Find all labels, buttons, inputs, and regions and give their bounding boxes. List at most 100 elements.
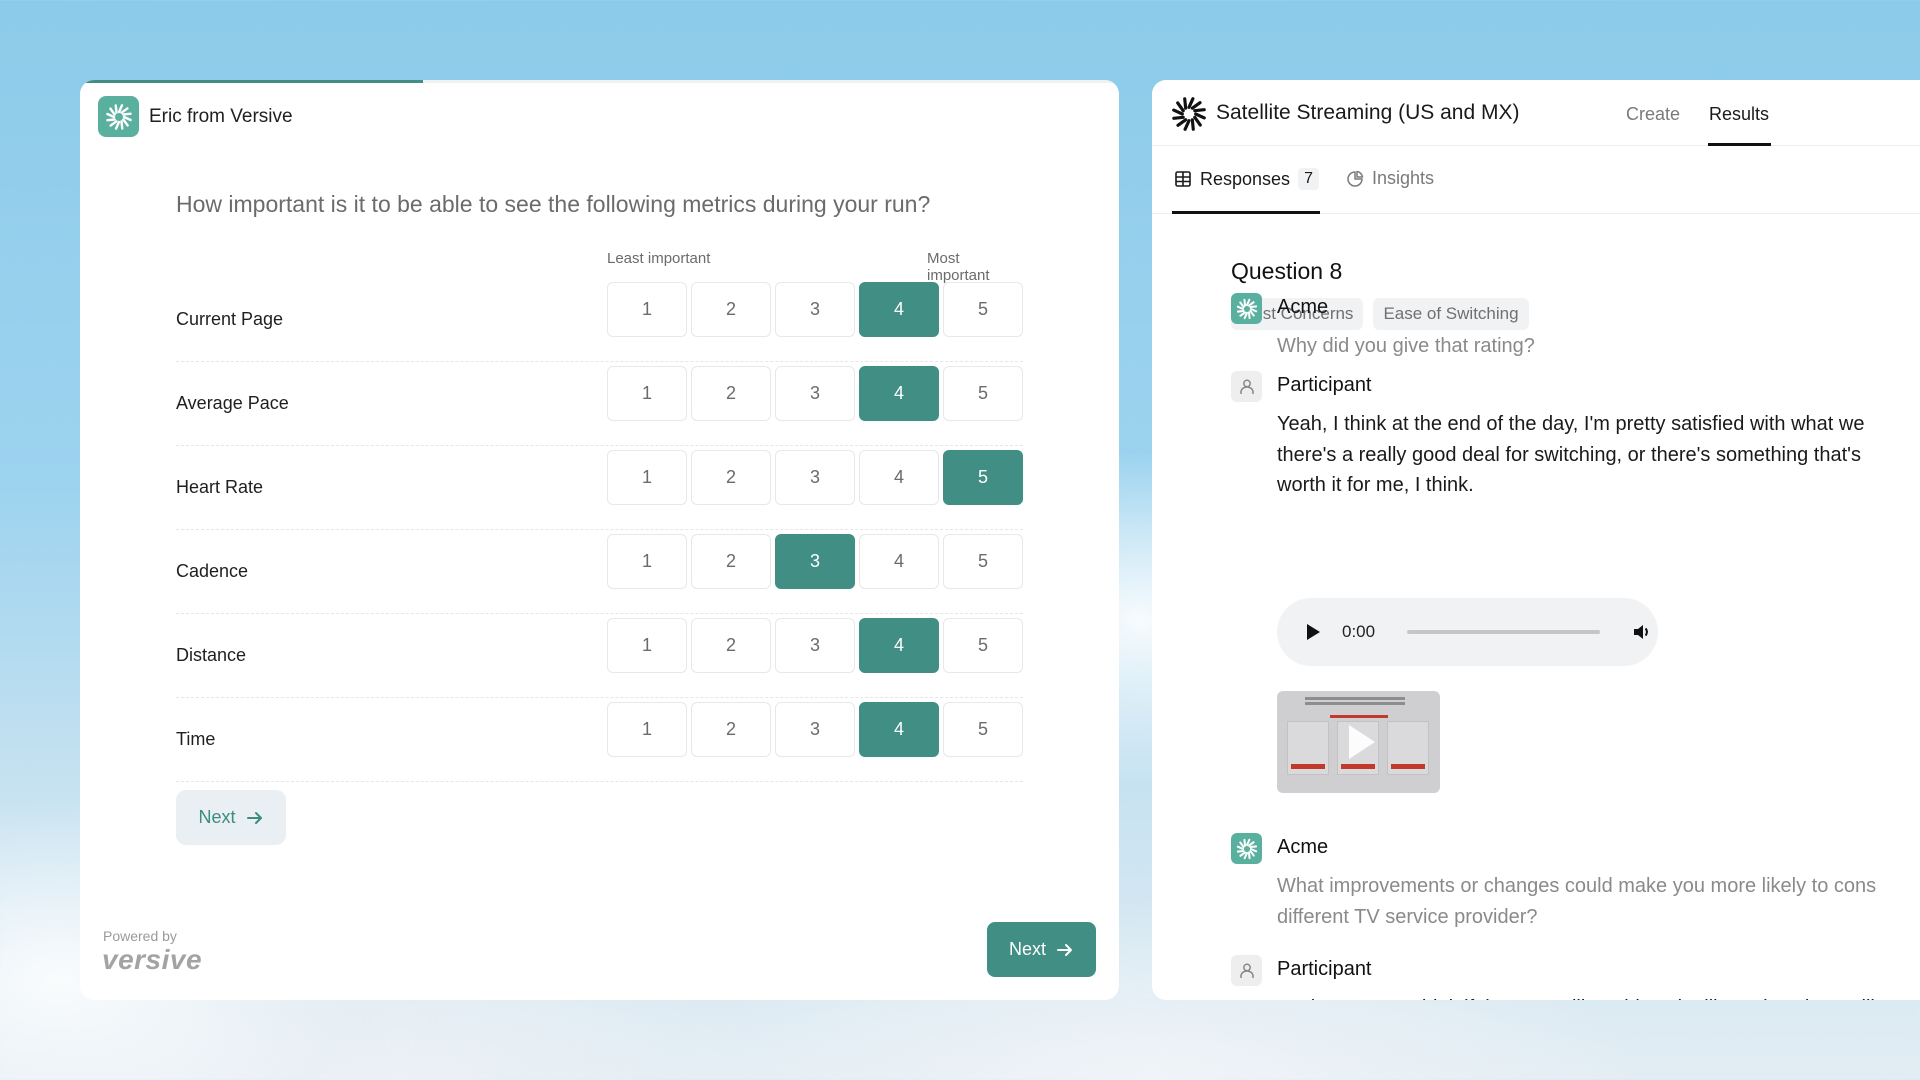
rating-option-5[interactable]: 5 — [943, 702, 1023, 757]
video-thumbnail[interactable] — [1277, 691, 1440, 793]
sunburst-ray — [105, 117, 116, 121]
interviewer-question: Why did you give that rating? — [1277, 331, 1920, 362]
rating-option-3[interactable]: 3 — [775, 618, 855, 673]
sunburst-ray — [1193, 108, 1206, 113]
message-line: different TV service provider? — [1277, 905, 1538, 928]
rating-option-1[interactable]: 1 — [607, 702, 687, 757]
sunburst-ray — [1247, 300, 1255, 307]
rating-option-5[interactable]: 5 — [943, 366, 1023, 421]
rating-option-2[interactable]: 2 — [691, 534, 771, 589]
play-icon[interactable] — [1349, 725, 1375, 759]
results-panel: Satellite Streaming (US and MX) Create R… — [1152, 80, 1920, 1000]
rating-matrix: Current Page 1 2 3 4 5 Average Pace 1 2 3 4 5 Heart … — [176, 278, 1023, 782]
rating-option-4[interactable]: 4 — [859, 702, 939, 757]
question-title: Question 8 — [1231, 258, 1343, 284]
sunburst-ray — [1247, 840, 1255, 847]
sunburst-ray — [1190, 118, 1195, 131]
speaker-name: Acme — [1277, 296, 1329, 318]
rating-option-3[interactable]: 3 — [775, 366, 855, 421]
rating-option-1[interactable]: 1 — [607, 282, 687, 337]
message-line: worth it for me, I think. — [1277, 474, 1474, 496]
sunburst-ray — [1248, 849, 1255, 857]
next-button-primary[interactable]: Next — [987, 922, 1096, 977]
rating-option-1[interactable]: 1 — [607, 450, 687, 505]
tab-results[interactable]: Results — [1709, 104, 1769, 125]
tab-create[interactable]: Create — [1626, 104, 1680, 125]
rating-option-5[interactable]: 5 — [943, 534, 1023, 589]
person-icon — [1239, 379, 1254, 394]
rating-option-2[interactable]: 2 — [691, 366, 771, 421]
scale-min-label: Least important — [607, 250, 711, 267]
rating-option-2[interactable]: 2 — [691, 282, 771, 337]
interviewer-question: What improvements or changes could make … — [1277, 871, 1920, 932]
rating-option-5[interactable]: 5 — [943, 618, 1023, 673]
subtab-insights[interactable]: Insights — [1346, 168, 1434, 189]
rating-row: Average Pace 1 2 3 4 5 — [176, 362, 1023, 446]
rating-option-1[interactable]: 1 — [607, 618, 687, 673]
rating-option-4[interactable]: 4 — [859, 282, 939, 337]
thumbnail-plan-card — [1287, 721, 1329, 775]
rating-option-3[interactable]: 3 — [775, 702, 855, 757]
rating-option-4[interactable]: 4 — [859, 618, 939, 673]
speaker-icon — [1634, 625, 1648, 639]
rating-option-2[interactable]: 2 — [691, 702, 771, 757]
rating-row: Current Page 1 2 3 4 5 — [176, 278, 1023, 362]
sunburst-ray — [1243, 851, 1248, 859]
subtab-responses[interactable]: Responses 7 — [1174, 168, 1319, 190]
sunburst-ray — [1236, 305, 1244, 310]
sunburst-ray — [1249, 847, 1257, 852]
sunburst-icon — [1236, 298, 1257, 319]
sunburst-ray — [1245, 838, 1250, 846]
sunburst-ray — [108, 119, 118, 127]
results-header: Satellite Streaming (US and MX) Create R… — [1152, 80, 1920, 146]
theme-tag[interactable]: Ease of Switching — [1373, 298, 1529, 330]
rating-option-4[interactable]: 4 — [859, 450, 939, 505]
rating-options: 12345 — [607, 618, 1023, 673]
sunburst-ray — [1245, 298, 1250, 306]
sunburst-ray — [1172, 115, 1185, 120]
sunburst-ray — [121, 117, 129, 127]
rating-option-3[interactable]: 3 — [775, 450, 855, 505]
rating-option-2[interactable]: 2 — [691, 450, 771, 505]
message-line: Yeah, I think at the end of the day, I'm… — [1277, 413, 1865, 435]
sunburst-ray — [1238, 300, 1245, 308]
rating-option-5[interactable]: 5 — [943, 282, 1023, 337]
rating-option-2[interactable]: 2 — [691, 618, 771, 673]
rating-row: Heart Rate 1 2 3 4 5 — [176, 446, 1023, 530]
thumbnail-heading — [1305, 697, 1405, 700]
rating-option-1[interactable]: 1 — [607, 534, 687, 589]
message-line: there's a really good deal for switching… — [1277, 443, 1861, 466]
bot-avatar-icon — [1231, 833, 1262, 864]
sunburst-ray — [122, 115, 132, 121]
metric-label: Heart Rate — [176, 477, 264, 497]
play-icon[interactable] — [1307, 624, 1320, 640]
sunburst-ray — [119, 119, 123, 130]
rating-option-4[interactable]: 4 — [859, 534, 939, 589]
versive-wordmark: versive — [102, 944, 203, 975]
sunburst-icon — [1236, 838, 1257, 859]
rating-row: Time 1 2 3 4 5 — [176, 698, 1023, 782]
next-button-inline[interactable]: Next — [176, 790, 286, 845]
rating-option-1[interactable]: 1 — [607, 366, 687, 421]
progress-bar-fill — [80, 80, 423, 83]
sunburst-ray — [1172, 108, 1184, 116]
insights-label: Insights — [1372, 168, 1435, 188]
volume-icon[interactable] — [1632, 622, 1652, 642]
rating-option-4[interactable]: 4 — [859, 366, 939, 421]
sunburst-ray — [108, 106, 116, 116]
rating-option-3[interactable]: 3 — [775, 534, 855, 589]
audio-player: 0:00 — [1277, 598, 1658, 666]
sunburst-ray — [1236, 309, 1245, 313]
rating-options: 12345 — [607, 366, 1023, 421]
rating-options: 12345 — [607, 534, 1023, 589]
sunburst-ray — [1242, 298, 1246, 307]
sunburst-ray — [1248, 309, 1255, 317]
message-line: Yeah, I mean, I think if there was like … — [1277, 993, 1920, 1000]
versive-logo-icon — [98, 96, 139, 137]
metric-label: Time — [176, 729, 216, 749]
audio-seek-bar[interactable] — [1407, 630, 1601, 634]
metric-label: Distance — [176, 645, 247, 665]
sunburst-ray — [1194, 112, 1206, 120]
rating-option-5[interactable]: 5 — [943, 450, 1023, 505]
rating-option-3[interactable]: 3 — [775, 282, 855, 337]
